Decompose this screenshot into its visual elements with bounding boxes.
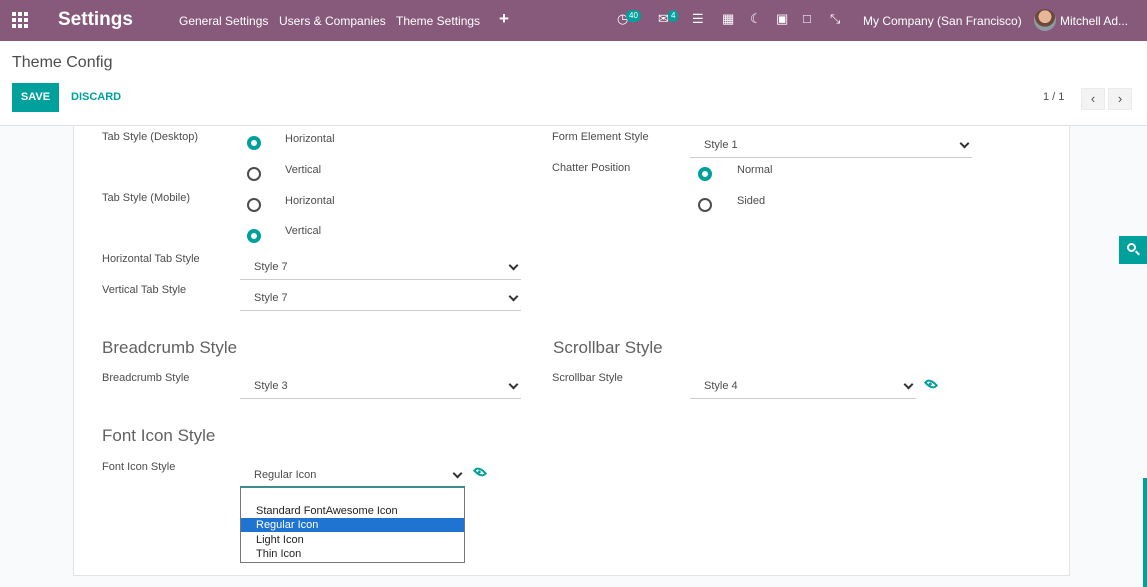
vertical-tab-style-label: Vertical Tab Style xyxy=(102,284,187,296)
tab-desktop-vertical-label: Vertical xyxy=(285,164,322,176)
horizontal-tab-style-value: Style 7 xyxy=(254,261,288,273)
plus-icon[interactable]: + xyxy=(499,9,509,29)
dropdown-option-selected[interactable]: Regular Icon xyxy=(241,518,464,532)
breadcrumb-style-select[interactable]: Style 3 xyxy=(240,372,521,399)
save-button[interactable]: SAVE xyxy=(12,83,59,112)
chatter-sided-radio[interactable] xyxy=(698,198,712,212)
search-panel-toggle[interactable] xyxy=(1119,236,1147,264)
user-avatar[interactable] xyxy=(1034,9,1056,31)
form-element-style-select[interactable]: Style 1 xyxy=(690,131,972,158)
font-icon-style-label: Font Icon Style xyxy=(102,461,176,473)
discard-button[interactable]: DISCARD xyxy=(71,91,121,103)
breadcrumb-style-label: Breadcrumb Style xyxy=(102,372,190,384)
language-icon[interactable]: ▣ xyxy=(776,11,788,27)
horizontal-tab-style-select[interactable]: Style 7 xyxy=(240,253,521,280)
calculator-icon[interactable]: ▦ xyxy=(722,11,734,27)
bookmark-icon[interactable]: □ xyxy=(803,11,811,26)
tab-desktop-horizontal-radio[interactable] xyxy=(247,136,261,150)
vertical-tab-style-select[interactable]: Style 7 xyxy=(240,284,521,311)
horizontal-tab-style-label: Horizontal Tab Style xyxy=(102,253,200,265)
top-navbar: Settings General Settings Users & Compan… xyxy=(0,0,1147,41)
tab-mobile-vertical-radio[interactable] xyxy=(247,229,261,243)
scrollbar-style-value: Style 4 xyxy=(704,380,738,392)
company-switcher[interactable]: My Company (San Francisco) xyxy=(863,14,1022,28)
scrollbar-style-label: Scrollbar Style xyxy=(552,372,623,384)
breadcrumb-section-title: Breadcrumb Style xyxy=(102,338,238,357)
chevron-down-icon xyxy=(508,260,519,271)
font-icon-style-value: Regular Icon xyxy=(254,469,317,481)
app-brand[interactable]: Settings xyxy=(58,9,133,31)
list-icon[interactable]: ☰ xyxy=(692,11,704,27)
scrollbar-section-title: Scrollbar Style xyxy=(553,338,663,357)
menu-theme-settings[interactable]: Theme Settings xyxy=(396,14,480,28)
tab-mobile-horizontal-radio[interactable] xyxy=(247,198,261,212)
breadcrumb-style-value: Style 3 xyxy=(254,380,288,392)
tab-style-mobile-label: Tab Style (Mobile) xyxy=(102,192,191,204)
chevron-down-icon xyxy=(508,291,519,302)
dropdown-option[interactable]: Standard FontAwesome Icon xyxy=(241,504,464,518)
scrollbar-thumb[interactable] xyxy=(1143,478,1147,587)
dropdown-option[interactable]: Thin Icon xyxy=(241,547,464,561)
dropdown-option[interactable]: Light Icon xyxy=(241,533,464,547)
messages-count-badge: 4 xyxy=(668,10,679,22)
expand-icon[interactable]: ⤡ xyxy=(830,11,840,27)
font-icon-style-select[interactable]: Regular Icon xyxy=(240,461,465,488)
activity-count-badge: 40 xyxy=(626,10,641,22)
scrollbar-style-select[interactable]: Style 4 xyxy=(690,372,916,399)
pager-next-button[interactable]: › xyxy=(1108,88,1132,110)
vertical-tab-style-value: Style 7 xyxy=(254,292,288,304)
chevron-down-icon xyxy=(508,379,519,390)
chatter-position-label: Chatter Position xyxy=(552,162,631,174)
menu-general-settings[interactable]: General Settings xyxy=(179,14,268,28)
tab-mobile-vertical-label: Vertical xyxy=(285,225,322,237)
apps-grid-icon[interactable] xyxy=(12,12,28,28)
pager-value: 1 / 1 xyxy=(1043,91,1065,103)
moon-icon[interactable]: ☾ xyxy=(750,11,762,27)
search-icon xyxy=(1127,243,1136,252)
chevron-down-icon xyxy=(903,379,914,390)
control-panel: Theme Config SAVE DISCARD 1 / 1 ‹ › xyxy=(0,41,1147,126)
page-title: Theme Config xyxy=(12,54,113,71)
tab-desktop-vertical-radio[interactable] xyxy=(247,167,261,181)
form-element-style-label: Form Element Style xyxy=(552,131,649,143)
chatter-normal-label: Normal xyxy=(737,164,773,176)
chatter-sided-label: Sided xyxy=(737,195,766,207)
tab-style-desktop-label: Tab Style (Desktop) xyxy=(102,131,198,143)
chevron-down-icon xyxy=(959,138,970,149)
tab-mobile-horizontal-label: Horizontal xyxy=(285,195,335,207)
form-element-style-value: Style 1 xyxy=(704,139,738,151)
menu-users-companies[interactable]: Users & Companies xyxy=(279,14,386,28)
chevron-down-icon xyxy=(452,468,463,479)
chatter-normal-radio[interactable] xyxy=(698,167,712,181)
pager-previous-button[interactable]: ‹ xyxy=(1081,88,1105,110)
font-icon-style-dropdown: Standard FontAwesome Icon Regular Icon L… xyxy=(240,487,465,563)
tab-desktop-horizontal-label: Horizontal xyxy=(285,133,335,145)
font-icon-section-title: Font Icon Style xyxy=(102,426,216,445)
user-menu[interactable]: Mitchell Ad... xyxy=(1060,14,1128,28)
